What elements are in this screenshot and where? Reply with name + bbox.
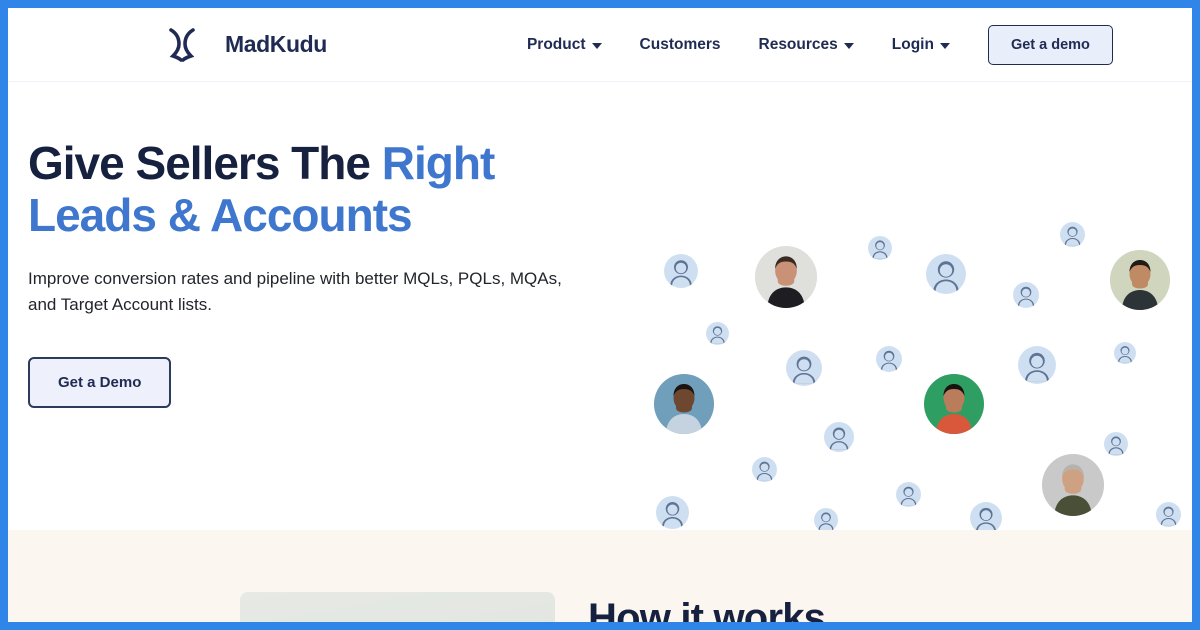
avatar-placeholder: [706, 322, 729, 345]
avatar-placeholder: [1060, 222, 1085, 247]
avatar-placeholder: [1018, 346, 1056, 384]
avatar-placeholder: [1013, 282, 1039, 308]
avatar-photo-woman-green-bg: [924, 374, 984, 434]
hero-copy: Give Sellers The Right Leads & Accounts …: [28, 137, 588, 408]
chevron-down-icon: [591, 42, 602, 49]
product-screenshot-card: [240, 592, 555, 622]
page-title: Give Sellers The Right Leads & Accounts: [28, 137, 588, 242]
avatar-photo-older-man-olive: [1042, 454, 1104, 516]
avatar-placeholder: [876, 346, 902, 372]
nav-item-customers-label: Customers: [639, 35, 721, 53]
nav-item-login[interactable]: Login: [892, 36, 950, 54]
logo-text: MadKudu: [225, 31, 327, 57]
nav-item-product[interactable]: Product: [527, 36, 602, 54]
avatar-placeholder: [868, 236, 892, 260]
avatar-placeholder: [1104, 432, 1128, 456]
page-frame: MadKudu Product Customers Resources Logi…: [8, 8, 1192, 622]
avatar-placeholder: [926, 254, 966, 294]
site-header: MadKudu Product Customers Resources Logi…: [8, 8, 1192, 82]
hero-section: Give Sellers The Right Leads & Accounts …: [8, 82, 1192, 534]
nav-item-product-label: Product: [526, 35, 586, 53]
avatar-cloud: [608, 82, 1192, 534]
avatar-placeholder: [814, 508, 838, 532]
kudu-horns-icon: [163, 27, 215, 62]
nav-item-resources-label: Resources: [758, 35, 838, 53]
nav-item-login-label: Login: [891, 35, 934, 53]
chevron-down-icon: [843, 42, 854, 49]
avatar-placeholder: [752, 457, 777, 482]
avatar-placeholder: [824, 422, 854, 452]
avatar-placeholder: [656, 496, 689, 529]
main-nav: Product Customers Resources Login Get a …: [527, 24, 1113, 65]
avatar-placeholder: [1114, 342, 1136, 364]
get-a-demo-button-hero[interactable]: Get a Demo: [28, 356, 172, 408]
logo[interactable]: MadKudu: [163, 27, 327, 62]
how-it-works-section: How it works: [8, 530, 1192, 622]
headline-part-accent-1: Right: [381, 137, 496, 189]
nav-item-customers[interactable]: Customers: [640, 36, 721, 54]
get-a-demo-button-header[interactable]: Get a demo: [987, 24, 1113, 65]
headline-part-dark: Give Sellers The: [28, 137, 382, 189]
section-heading: How it works: [588, 596, 826, 622]
avatar-placeholder: [1156, 502, 1181, 527]
avatar-photo-woman-dark-top: [755, 246, 817, 308]
hero-subheadline: Improve conversion rates and pipeline wi…: [28, 268, 562, 315]
avatar-photo-young-man-outdoors: [1110, 250, 1170, 310]
nav-item-resources[interactable]: Resources: [759, 36, 854, 54]
avatar-placeholder: [786, 350, 822, 386]
headline-part-accent-2: Leads & Accounts: [28, 189, 413, 242]
avatar-placeholder: [664, 254, 698, 288]
avatar-placeholder: [896, 482, 921, 507]
chevron-down-icon: [939, 42, 950, 49]
avatar-photo-man-glasses-blue: [654, 374, 714, 434]
